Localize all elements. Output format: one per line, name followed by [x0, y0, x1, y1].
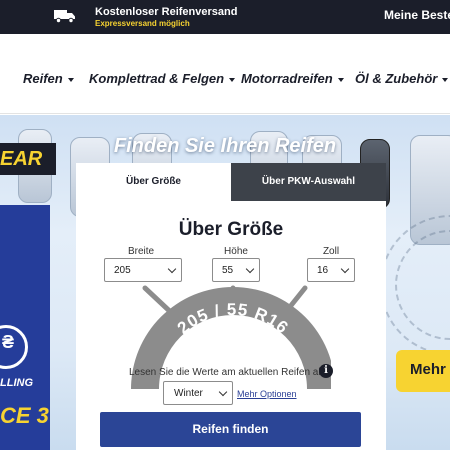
find-tires-button[interactable]: Reifen finden	[100, 412, 361, 447]
chevron-down-icon	[218, 387, 228, 397]
promo-ad-model: CE 3	[0, 403, 49, 428]
promo-ad-text: LLING	[0, 377, 33, 389]
width-label: Breite	[127, 246, 155, 257]
hero-banner: Finden Sie Ihren Reifen EAR ₴ LLING CE 3…	[0, 115, 450, 450]
info-icon[interactable]: i	[319, 364, 333, 378]
my-orders-link[interactable]: Meine Bestel	[384, 8, 450, 22]
chevron-down-icon	[337, 77, 344, 82]
tire-search-panel: Über Größe Breite Höhe Zoll 205 55 16 20…	[76, 201, 386, 450]
chevron-down-icon	[67, 77, 74, 82]
nav-item-oel-zubehoer[interactable]: Öl & Zubehör	[355, 71, 449, 86]
chevron-down-icon	[229, 77, 236, 82]
nav-item-motorradreifen[interactable]: Motorradreifen	[241, 71, 344, 86]
more-button-label: Mehr	[410, 361, 446, 378]
nav-label: Öl & Zubehör	[355, 71, 438, 86]
more-options-link[interactable]: Mehr Optionen	[237, 389, 297, 399]
nav-label: Reifen	[23, 71, 63, 86]
main-nav: Reifen Komplettrad & Felgen Motorradreif…	[0, 34, 450, 114]
brand-logo-text: EAR	[0, 148, 43, 170]
chevron-down-icon	[340, 264, 350, 274]
chevron-down-icon	[167, 264, 177, 274]
truck-icon	[54, 10, 75, 23]
tab-by-size[interactable]: Über Größe	[76, 163, 231, 201]
chevron-down-icon	[245, 264, 255, 274]
more-button[interactable]: Mehr	[396, 350, 450, 392]
brand-logo-strip[interactable]: EAR	[0, 143, 56, 175]
rim-value: 16	[317, 265, 329, 276]
nav-item-komplettrad[interactable]: Komplettrad & Felgen	[89, 71, 236, 86]
shipping-subtitle: Expressversand möglich	[95, 19, 190, 28]
nav-item-reifen[interactable]: Reifen	[23, 71, 74, 86]
top-bar: Kostenloser Reifenversand Expressversand…	[0, 0, 450, 34]
season-value: Winter	[174, 388, 203, 399]
nav-label: Komplettrad & Felgen	[89, 71, 225, 86]
tab-by-car[interactable]: Über PKW-Auswahl	[231, 163, 386, 201]
season-select[interactable]: Winter	[163, 381, 233, 405]
rim-label: Zoll	[322, 246, 340, 257]
height-label: Höhe	[224, 246, 248, 257]
nav-label: Motorradreifen	[241, 71, 333, 86]
hero-title: Finden Sie Ihren Reifen	[113, 135, 337, 157]
shipping-title: Kostenloser Reifenversand	[95, 6, 238, 18]
badge-glyph-icon: ₴	[2, 332, 15, 352]
height-value: 55	[222, 265, 234, 276]
promo-ad-panel[interactable]: ₴ LLING CE 3	[0, 205, 50, 450]
panel-title: Über Größe	[178, 219, 284, 240]
read-values-hint: Lesen Sie die Werte am aktuellen Reifen …	[129, 367, 324, 378]
width-value: 205	[114, 265, 131, 276]
chevron-down-icon	[442, 77, 449, 82]
